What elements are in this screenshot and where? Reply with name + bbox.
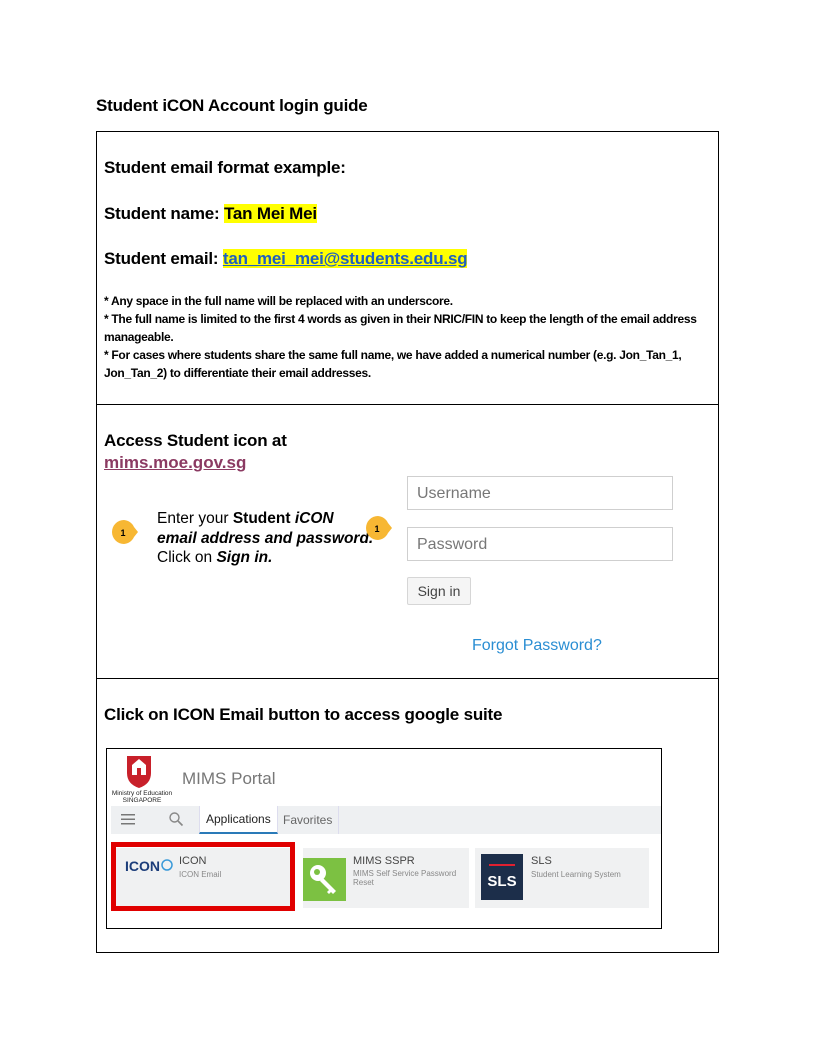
icon-email-section: Click on ICON Email button to access goo… [96, 678, 719, 953]
moe-crest-icon [127, 756, 151, 788]
highlight-frame [111, 842, 295, 911]
note-item: * Any space in the full name will be rep… [104, 294, 453, 308]
email-format-section: Student email format example: Student na… [96, 131, 719, 405]
access-section: Access Student icon at mims.moe.gov.sg 1… [96, 404, 719, 679]
student-name-value: Tan Mei Mei [224, 204, 317, 223]
step-number: 1 [120, 528, 125, 538]
student-email-line: Student email: tan_mei_mei@students.edu.… [104, 249, 468, 269]
step-1-bubble-icon: 1 [366, 516, 392, 540]
tile-sls[interactable]: SLS SLS Student Learning System [475, 848, 649, 908]
tile-mims-sspr[interactable]: MIMS SSPR MIMS Self Service Password Res… [303, 848, 469, 908]
instr-text: Enter your [157, 510, 233, 527]
mims-link[interactable]: mims.moe.gov.sg [104, 453, 246, 473]
email-format-heading: Student email format example: [104, 158, 346, 177]
search-icon[interactable] [168, 811, 184, 827]
step-number: 1 [374, 524, 379, 534]
document-title: Student iCON Account login guide [96, 96, 368, 115]
username-field[interactable]: Username [407, 476, 673, 510]
note-item: * For cases where students share the sam… [104, 348, 682, 380]
tab-favorites[interactable]: Favorites [277, 806, 340, 834]
instr-text-bold: Student [232, 510, 295, 527]
key-icon [303, 858, 346, 901]
instr-text-bold-italic: Sign in. [216, 549, 273, 566]
tile-title: MIMS SSPR [353, 855, 415, 867]
tile-subtitle: Student Learning System [531, 870, 621, 879]
moe-line: SINGAPORE [122, 797, 162, 804]
moe-line: Ministry of Education [111, 790, 173, 797]
tile-subtitle: MIMS Self Service Password Reset [353, 869, 457, 887]
password-field[interactable]: Password [407, 527, 673, 561]
portal-title: MIMS Portal [182, 769, 276, 788]
sls-logo-icon: SLS [481, 854, 523, 900]
login-instructions: Enter your Student iCON email address an… [157, 509, 377, 568]
sign-in-button[interactable]: Sign in [407, 577, 471, 605]
portal-navbar: Applications Favorites [111, 806, 661, 834]
student-name-label: Student name: [104, 204, 224, 223]
instr-text: Click on [157, 549, 217, 566]
access-heading: Access Student icon at [104, 431, 287, 450]
note-item: * The full name is limited to the first … [104, 312, 697, 344]
student-name-line: Student name: Tan Mei Mei [104, 204, 317, 224]
mims-portal-screenshot: Ministry of Education SINGAPORE MIMS Por… [106, 748, 662, 929]
tab-applications[interactable]: Applications [199, 806, 278, 834]
student-email-link[interactable]: tan_mei_mei@students.edu.sg [222, 249, 468, 268]
icon-email-heading: Click on ICON Email button to access goo… [104, 705, 503, 724]
tile-title: SLS [531, 855, 552, 867]
menu-icon[interactable] [121, 814, 135, 825]
student-email-label: Student email: [104, 249, 223, 268]
step-1-bubble-icon: 1 [112, 520, 138, 544]
forgot-password-link[interactable]: Forgot Password? [472, 637, 602, 655]
moe-label: Ministry of Education SINGAPORE [109, 790, 175, 804]
email-notes: * Any space in the full name will be rep… [104, 292, 704, 382]
sls-logo-text: SLS [487, 873, 516, 890]
